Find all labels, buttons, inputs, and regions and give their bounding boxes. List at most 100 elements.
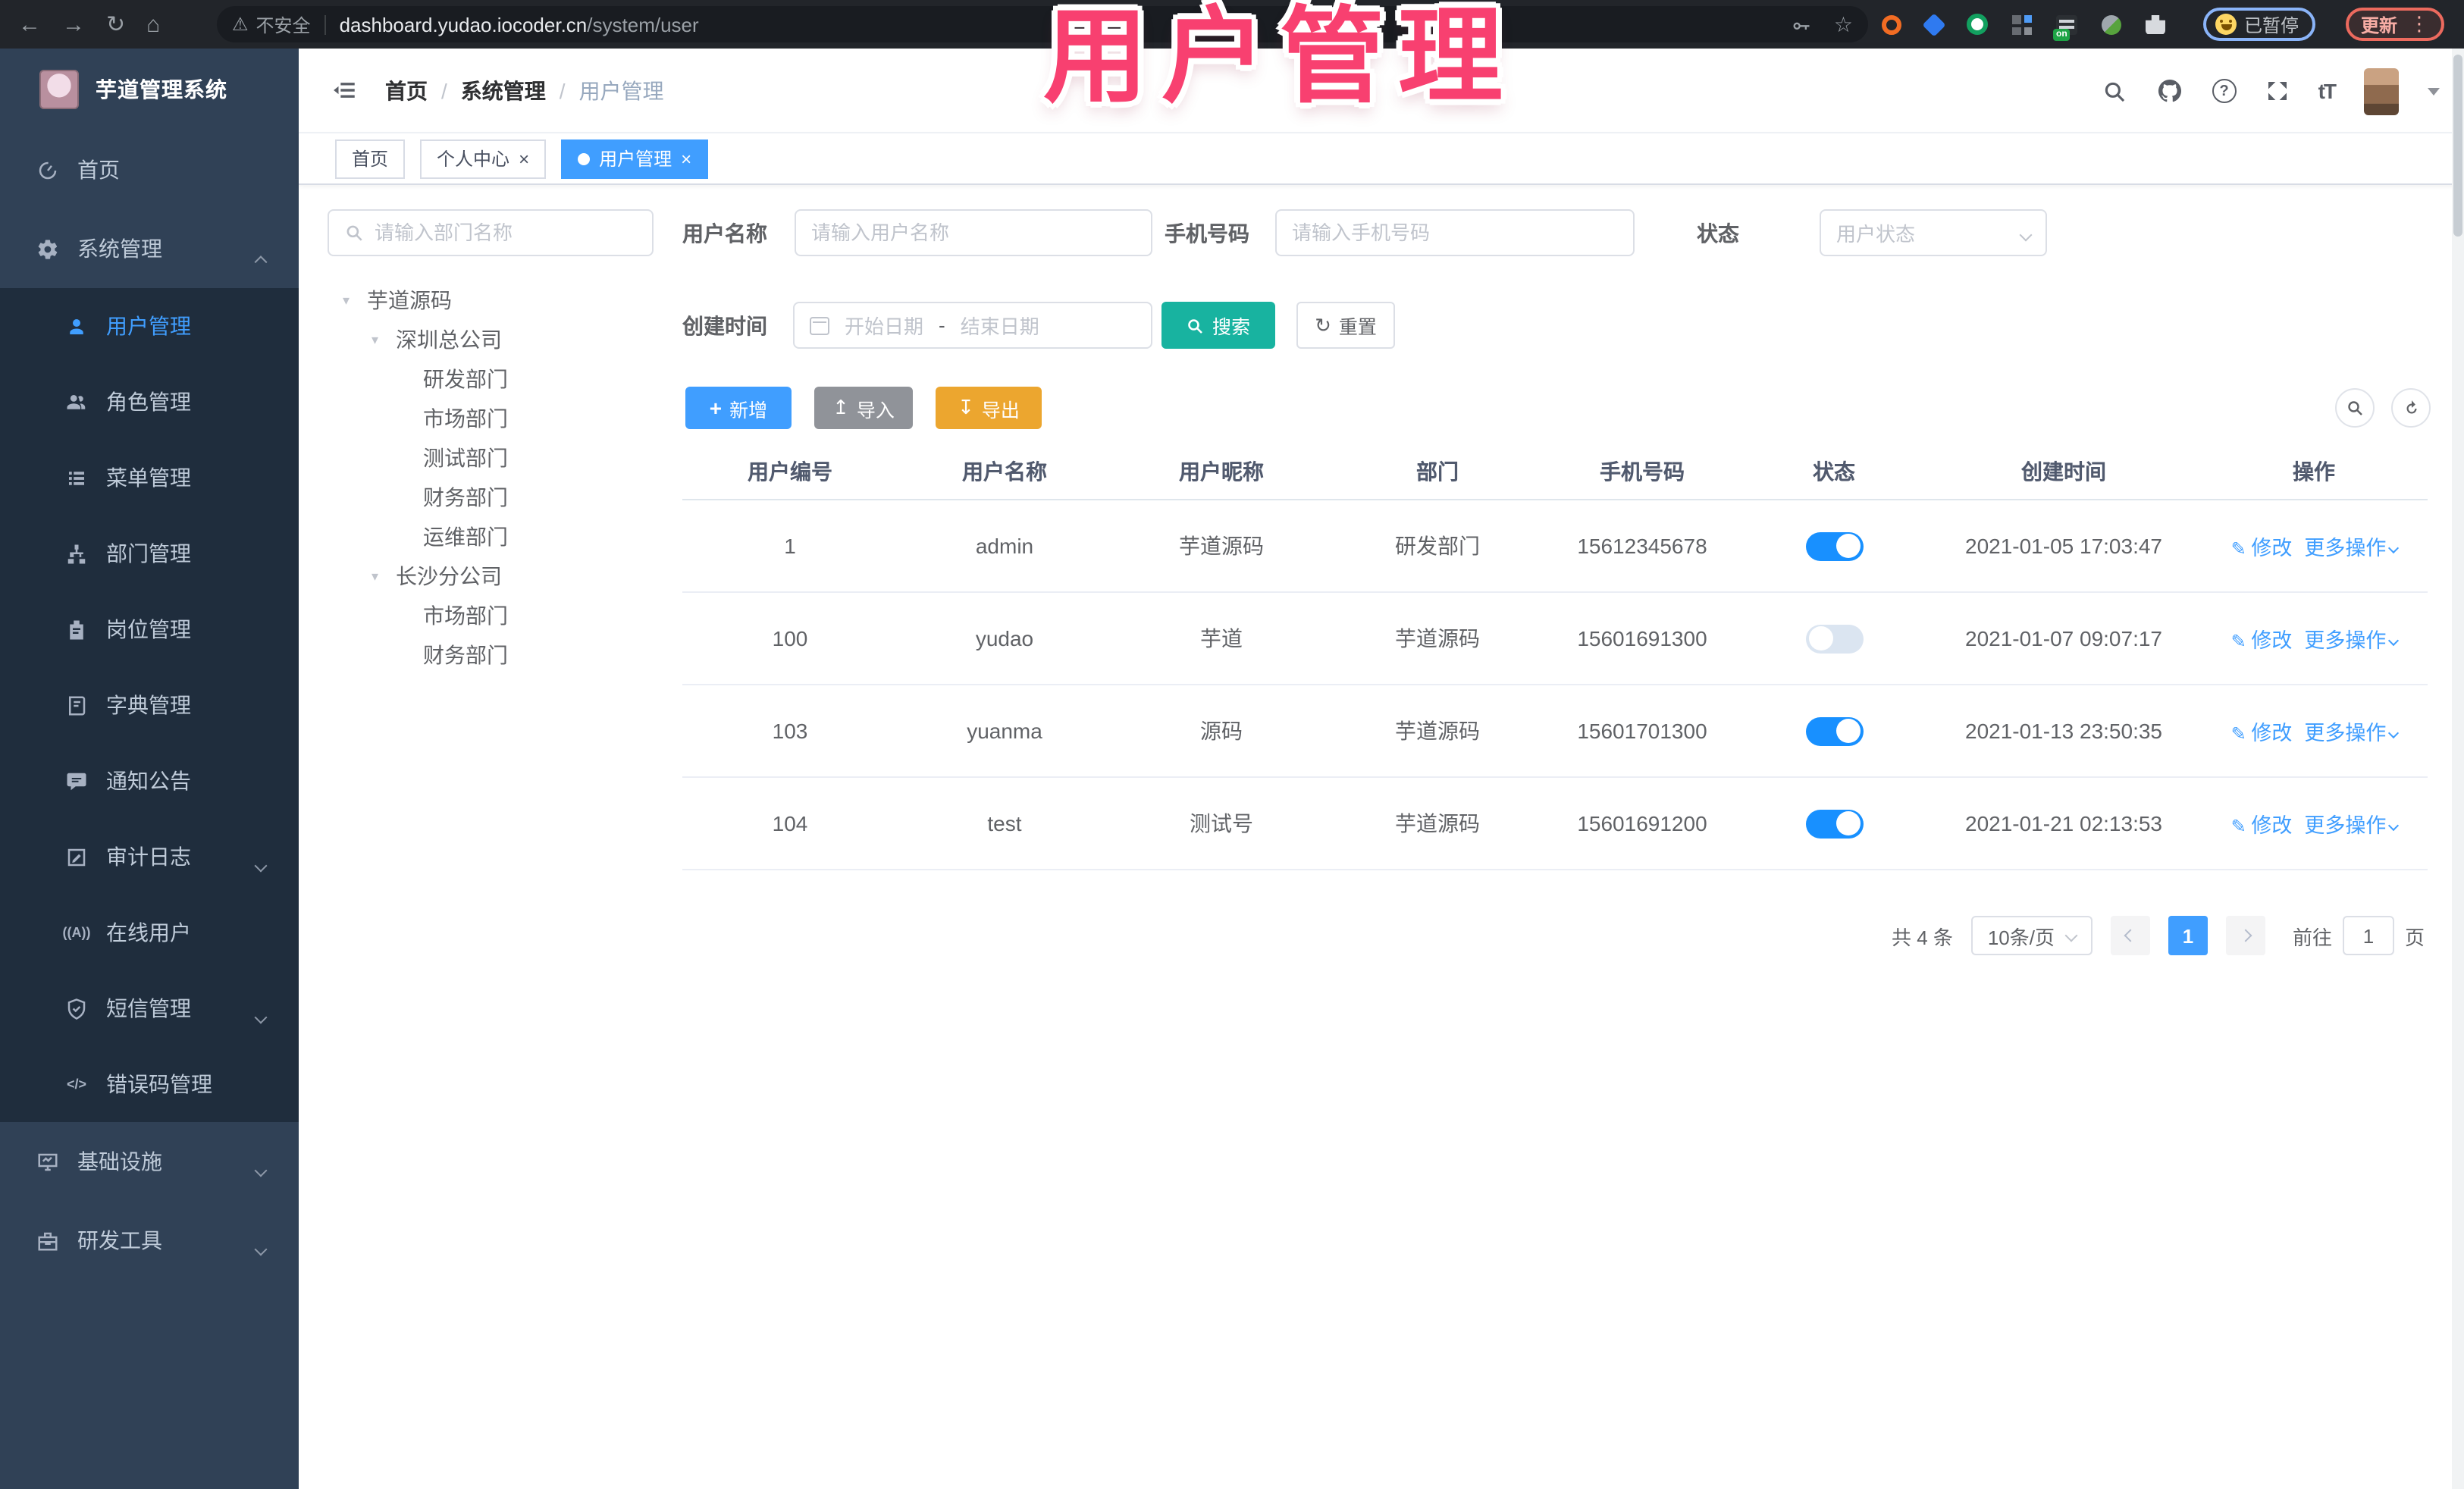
avatar-caret-down-icon[interactable] bbox=[2428, 87, 2440, 95]
sidebar-item-departments[interactable]: 部门管理 bbox=[0, 516, 299, 591]
browser-menu-kebab-icon[interactable] bbox=[2409, 12, 2429, 36]
close-icon[interactable] bbox=[519, 148, 529, 169]
password-key-icon[interactable] bbox=[1792, 14, 1813, 35]
more-actions-link[interactable]: 更多操作 bbox=[2304, 537, 2386, 560]
tab-profile[interactable]: 个人中心 bbox=[420, 139, 547, 178]
prev-page-button[interactable] bbox=[2110, 916, 2150, 955]
tree-node[interactable]: 深圳总公司 bbox=[328, 320, 654, 359]
reload-icon[interactable]: ↻ bbox=[106, 13, 125, 36]
tree-node[interactable]: 市场部门 bbox=[328, 596, 654, 635]
table-row[interactable]: 100 yudao 芋道 芋道源码 15601691300 2021-01-07… bbox=[682, 593, 2428, 685]
sidebar-item-dictionary[interactable]: 字典管理 bbox=[0, 667, 299, 743]
more-actions-link[interactable]: 更多操作 bbox=[2304, 814, 2386, 837]
toggle-search-button[interactable] bbox=[2335, 388, 2375, 428]
close-icon[interactable] bbox=[681, 148, 691, 169]
fullscreen-icon[interactable] bbox=[2265, 79, 2290, 103]
current-page-button[interactable]: 1 bbox=[2168, 916, 2208, 955]
profile-paused-pill[interactable]: 已暂停 bbox=[2203, 8, 2316, 41]
sidebar-item-online-users[interactable]: ((A)) 在线用户 bbox=[0, 895, 299, 970]
sidebar-item-home[interactable]: 首页 bbox=[0, 130, 299, 209]
extension-green-icon[interactable] bbox=[1967, 14, 1988, 35]
mobile-filter-input[interactable] bbox=[1292, 221, 1618, 244]
edit-link[interactable]: 修改 bbox=[2231, 537, 2293, 560]
tree-node[interactable]: 芋道源码 bbox=[328, 281, 654, 320]
sidebar-item-dev-tools[interactable]: 研发工具 bbox=[0, 1201, 299, 1280]
table-row[interactable]: 104 test 测试号 芋道源码 15601691200 2021-01-21… bbox=[682, 778, 2428, 870]
tab-user-management[interactable]: 用户管理 bbox=[561, 139, 709, 178]
sidebar-toggle-icon[interactable] bbox=[332, 77, 358, 103]
help-icon[interactable]: ? bbox=[2212, 79, 2237, 103]
tree-node[interactable]: 研发部门 bbox=[328, 359, 654, 399]
header-search-icon[interactable] bbox=[2102, 78, 2127, 104]
edit-link[interactable]: 修改 bbox=[2231, 722, 2293, 744]
sidebar-item-audit-log[interactable]: 审计日志 bbox=[0, 819, 299, 895]
security-label[interactable]: 不安全 bbox=[256, 11, 311, 37]
status-toggle[interactable] bbox=[1805, 716, 1863, 745]
tree-node[interactable]: 财务部门 bbox=[328, 478, 654, 517]
page-url[interactable]: dashboard.yudao.iocoder.cn/system/user bbox=[340, 13, 699, 36]
more-actions-link[interactable]: 更多操作 bbox=[2304, 722, 2386, 744]
table-row[interactable]: 1 admin 芋道源码 研发部门 15612345678 2021-01-05… bbox=[682, 500, 2428, 593]
font-size-icon[interactable] bbox=[2318, 79, 2335, 103]
sidebar-item-menus[interactable]: 菜单管理 bbox=[0, 440, 299, 516]
edit-link[interactable]: 修改 bbox=[2231, 629, 2293, 652]
breadcrumb-home[interactable]: 首页 bbox=[385, 75, 428, 105]
status-toggle[interactable] bbox=[1805, 624, 1863, 653]
address-bar[interactable]: ⚠ 不安全 dashboard.yudao.iocoder.cn/system/… bbox=[217, 6, 1868, 42]
scrollbar-thumb[interactable] bbox=[2453, 55, 2462, 237]
app-logo-row[interactable]: 芋道管理系统 bbox=[0, 49, 299, 130]
forward-icon[interactable]: → bbox=[62, 13, 85, 36]
table-row[interactable]: 103 yuanma 源码 芋道源码 15601701300 2021-01-1… bbox=[682, 685, 2428, 778]
sidebar-item-system[interactable]: 系统管理 bbox=[0, 209, 299, 288]
status-toggle[interactable] bbox=[1805, 809, 1863, 838]
sidebar-item-roles[interactable]: 角色管理 bbox=[0, 364, 299, 440]
back-icon[interactable]: ← bbox=[18, 13, 41, 36]
extension-leaf-icon[interactable] bbox=[2102, 14, 2121, 34]
tab-home[interactable]: 首页 bbox=[335, 139, 406, 178]
export-button[interactable]: 导出 bbox=[936, 387, 1042, 429]
tree-caret-icon[interactable] bbox=[343, 292, 367, 309]
more-actions-link[interactable]: 更多操作 bbox=[2304, 629, 2386, 652]
reset-button[interactable]: 重置 bbox=[1296, 302, 1395, 349]
tree-node[interactable]: 长沙分公司 bbox=[328, 556, 654, 596]
tree-caret-icon[interactable] bbox=[371, 331, 396, 348]
status-toggle[interactable] bbox=[1805, 531, 1863, 560]
create-time-range-picker[interactable]: 开始日期 - 结束日期 bbox=[793, 302, 1152, 349]
extensions-puzzle-icon[interactable] bbox=[2146, 14, 2165, 34]
status-filter-select[interactable]: 用户状态 bbox=[1820, 209, 2047, 256]
page-size-select[interactable]: 10条/页 bbox=[1970, 916, 2093, 955]
extension-grid-icon[interactable] bbox=[2012, 14, 2032, 34]
browser-update-button[interactable]: 更新 bbox=[2346, 8, 2445, 41]
refresh-table-button[interactable] bbox=[2391, 388, 2431, 428]
tree-node[interactable]: 运维部门 bbox=[328, 517, 654, 556]
goto-page-input[interactable] bbox=[2342, 916, 2394, 955]
sidebar-item-posts[interactable]: 岗位管理 bbox=[0, 591, 299, 667]
username-filter-input[interactable] bbox=[811, 221, 1136, 244]
sidebar-item-announcements[interactable]: 通知公告 bbox=[0, 743, 299, 819]
browser-nav: ← → ↻ ⌂ bbox=[0, 13, 160, 36]
breadcrumb-section[interactable]: 系统管理 bbox=[461, 75, 546, 105]
tree-node[interactable]: 财务部门 bbox=[328, 635, 654, 675]
extension-gem-icon[interactable] bbox=[1922, 12, 1946, 36]
tree-node[interactable]: 测试部门 bbox=[328, 438, 654, 478]
import-button[interactable]: 导入 bbox=[814, 387, 913, 429]
edit-link[interactable]: 修改 bbox=[2231, 814, 2293, 837]
home-icon[interactable]: ⌂ bbox=[146, 13, 160, 36]
extension-orange-icon[interactable] bbox=[1882, 14, 1901, 34]
page-scrollbar[interactable] bbox=[2452, 49, 2464, 1489]
search-button[interactable]: 搜索 bbox=[1161, 302, 1275, 349]
sidebar-item-error-codes[interactable]: </> 错误码管理 bbox=[0, 1046, 299, 1122]
sidebar-item-sms[interactable]: 短信管理 bbox=[0, 970, 299, 1046]
add-button[interactable]: 新增 bbox=[685, 387, 792, 429]
next-page-button[interactable] bbox=[2225, 916, 2265, 955]
tampermonkey-icon[interactable]: on bbox=[2053, 14, 2077, 40]
github-icon[interactable] bbox=[2156, 77, 2183, 105]
user-avatar[interactable] bbox=[2364, 67, 2399, 114]
dept-search-input[interactable] bbox=[375, 221, 637, 244]
sidebar-item-infrastructure[interactable]: 基础设施 bbox=[0, 1122, 299, 1201]
tree-node[interactable]: 市场部门 bbox=[328, 399, 654, 438]
monitor-icon bbox=[36, 1150, 59, 1173]
bookmark-star-icon[interactable] bbox=[1834, 11, 1853, 37]
sidebar-item-users[interactable]: 用户管理 bbox=[0, 288, 299, 364]
tree-caret-icon[interactable] bbox=[371, 568, 396, 585]
